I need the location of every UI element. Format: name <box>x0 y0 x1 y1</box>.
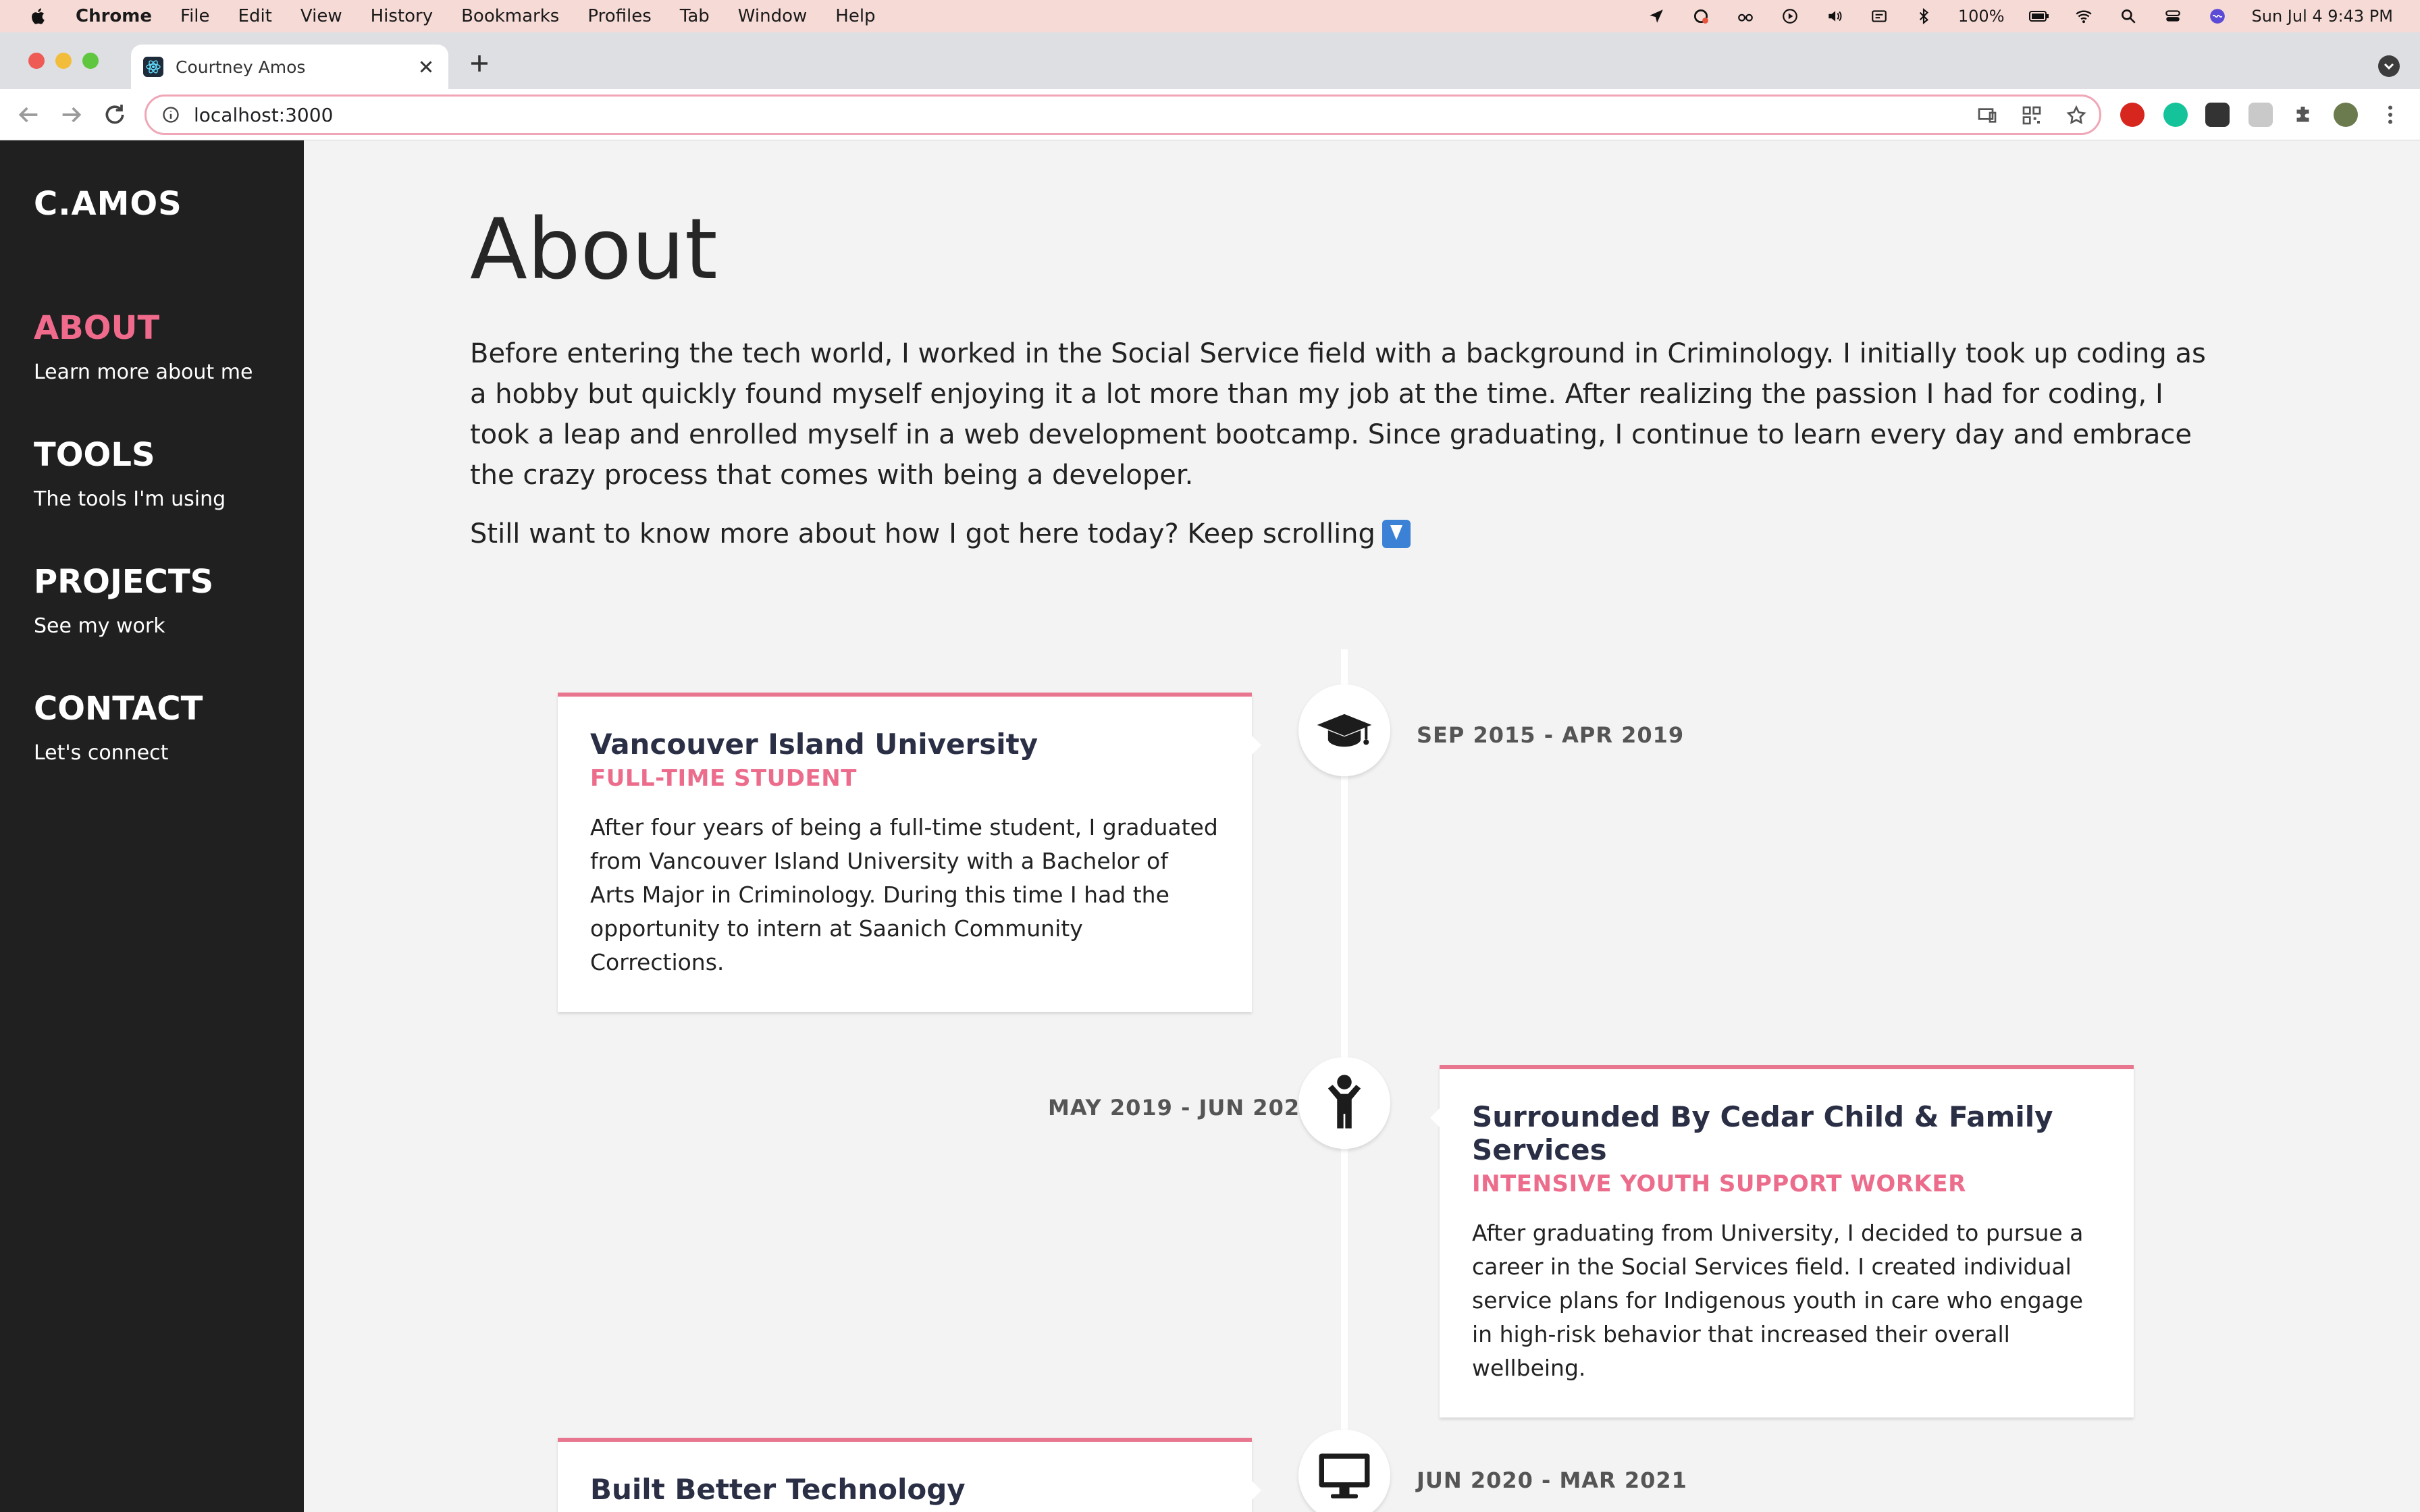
address-bar-actions <box>1976 105 2087 126</box>
timeline-card-cedar: Surrounded By Cedar Child & Family Servi… <box>1430 1065 2134 1418</box>
card-description: After four years of being a full-time st… <box>590 814 1218 975</box>
menu-view[interactable]: View <box>300 6 342 26</box>
about-intro-paragraph: Before entering the tech world, I worked… <box>470 338 2206 491</box>
graduation-cap-icon <box>1317 713 1372 747</box>
about-section: About Before entering the tech world, I … <box>304 140 2420 1512</box>
card-role: INTENSIVE YOUTH SUPPORT WORKER <box>1472 1170 1966 1197</box>
card-role: FULL-TIME STUDENT <box>590 765 857 792</box>
tab-title: Courtney Amos <box>176 57 306 77</box>
profile-avatar[interactable] <box>2334 103 2358 127</box>
minimize-window-button[interactable] <box>55 53 72 69</box>
menu-history[interactable]: History <box>371 6 433 26</box>
nav-about-title[interactable]: ABOUT <box>34 309 253 347</box>
macos-menu-bar: Chrome File Edit View History Bookmarks … <box>0 0 2420 32</box>
card-title: Built Better Technology <box>590 1473 966 1506</box>
timeline-card-built-better: Built Better Technology <box>558 1438 1261 1512</box>
timeline-card-university: Vancouver Island University FULL-TIME ST… <box>558 693 1261 1012</box>
cast-icon[interactable] <box>1976 105 1998 126</box>
site-sidebar: C.AMOS ABOUT Learn more about me TOOLS T… <box>0 140 304 1512</box>
generic-extension-icon[interactable] <box>2248 103 2273 127</box>
menu-file[interactable]: File <box>180 6 210 26</box>
creative-cloud-icon[interactable] <box>1691 7 1711 25</box>
menu-edit[interactable]: Edit <box>238 6 272 26</box>
chrome-menu-kebab-icon[interactable] <box>2378 103 2402 127</box>
menu-help[interactable]: Help <box>835 6 875 26</box>
keyboard-input-icon[interactable] <box>1869 7 1889 25</box>
browser-toolbar: localhost:3000 <box>0 89 2420 140</box>
site-info-icon[interactable] <box>161 105 180 124</box>
timeline-date: JUN 2020 - MAR 2021 <box>1417 1467 1687 1493</box>
menu-window[interactable]: Window <box>738 6 808 26</box>
page-title: About <box>470 201 718 298</box>
child-icon <box>1327 1075 1361 1129</box>
timeline-date: MAY 2019 - JUN 2020 <box>1048 1095 1316 1120</box>
play-circle-icon[interactable] <box>1780 7 1800 25</box>
nav-item-projects[interactable]: PROJECTS See my work <box>34 563 213 638</box>
qr-code-icon[interactable] <box>2021 105 2043 126</box>
bluetooth-icon[interactable] <box>1914 7 1934 25</box>
close-tab-icon[interactable] <box>416 57 436 77</box>
battery-percentage: 100% <box>1957 7 2005 26</box>
siri-icon[interactable] <box>2207 7 2228 25</box>
browser-tab-active[interactable]: Courtney Amos <box>131 45 448 89</box>
adblock-extension-icon[interactable] <box>2120 103 2145 127</box>
react-favicon-icon <box>143 57 163 77</box>
timeline-date: SEP 2015 - APR 2019 <box>1417 722 1685 748</box>
bookmark-star-icon[interactable] <box>2066 105 2087 126</box>
nav-item-contact[interactable]: CONTACT Let's connect <box>34 690 203 765</box>
reading-glasses-icon[interactable] <box>1735 7 1756 25</box>
url-text[interactable]: localhost:3000 <box>194 104 333 126</box>
grammarly-extension-icon[interactable] <box>2163 103 2188 127</box>
extensions-puzzle-icon[interactable] <box>2292 103 2316 127</box>
wifi-icon[interactable] <box>2074 7 2094 25</box>
menubar-status-area: 100% Sun Jul 4 9:43 PM <box>1646 0 2393 32</box>
nav-contact-subtitle: Let's connect <box>34 741 169 765</box>
nav-projects-subtitle: See my work <box>34 614 165 638</box>
menu-bookmarks[interactable]: Bookmarks <box>461 6 559 26</box>
nav-projects-title[interactable]: PROJECTS <box>34 563 213 601</box>
site-logo[interactable]: C.AMOS <box>34 185 182 223</box>
nav-about-subtitle: Learn more about me <box>34 360 253 384</box>
tab-search-chevron-icon[interactable] <box>2378 55 2400 77</box>
keep-scrolling-text: Still want to know more about how I got … <box>470 518 1411 549</box>
maximize-window-button[interactable] <box>82 53 99 69</box>
desktop-icon <box>1319 1453 1370 1498</box>
timeline-icon-youth-work <box>1298 1057 1390 1149</box>
nav-item-tools[interactable]: TOOLS The tools I'm using <box>34 436 226 511</box>
spotlight-search-icon[interactable] <box>2118 7 2138 25</box>
card-title: Vancouver Island University <box>590 728 1038 761</box>
back-arrow-icon[interactable] <box>15 101 42 128</box>
menubar-clock[interactable]: Sun Jul 4 9:43 PM <box>2252 7 2393 26</box>
keep-scrolling-label: Still want to know more about how I got … <box>470 518 1375 549</box>
news-extension-icon[interactable] <box>2205 103 2230 127</box>
card-description: After graduating from University, I deci… <box>1472 1220 2084 1381</box>
reload-icon[interactable] <box>101 101 128 128</box>
volume-icon[interactable] <box>1824 7 1845 25</box>
location-arrow-icon[interactable] <box>1646 7 1666 25</box>
forward-arrow-icon[interactable] <box>58 101 85 128</box>
down-arrow-emoji-icon <box>1382 520 1411 548</box>
close-window-button[interactable] <box>28 53 45 69</box>
menu-app-chrome[interactable]: Chrome <box>76 6 152 26</box>
battery-charging-icon[interactable] <box>2028 7 2049 25</box>
browser-tab-strip: Courtney Amos <box>0 32 2420 89</box>
apple-icon[interactable] <box>28 6 49 26</box>
timeline-icon-education <box>1298 684 1390 776</box>
nav-item-about[interactable]: ABOUT Learn more about me <box>34 309 253 384</box>
nav-tools-subtitle: The tools I'm using <box>34 487 226 511</box>
card-title: Surrounded By Cedar Child & Family Servi… <box>1472 1100 2053 1166</box>
control-center-icon[interactable] <box>2163 7 2183 25</box>
nav-contact-title[interactable]: CONTACT <box>34 690 203 728</box>
address-bar[interactable]: localhost:3000 <box>144 94 2101 135</box>
timeline-icon-tech <box>1298 1430 1390 1512</box>
nav-tools-title[interactable]: TOOLS <box>34 436 226 474</box>
menu-profiles[interactable]: Profiles <box>587 6 651 26</box>
new-tab-plus-icon[interactable] <box>467 51 492 76</box>
menu-tab[interactable]: Tab <box>680 6 710 26</box>
